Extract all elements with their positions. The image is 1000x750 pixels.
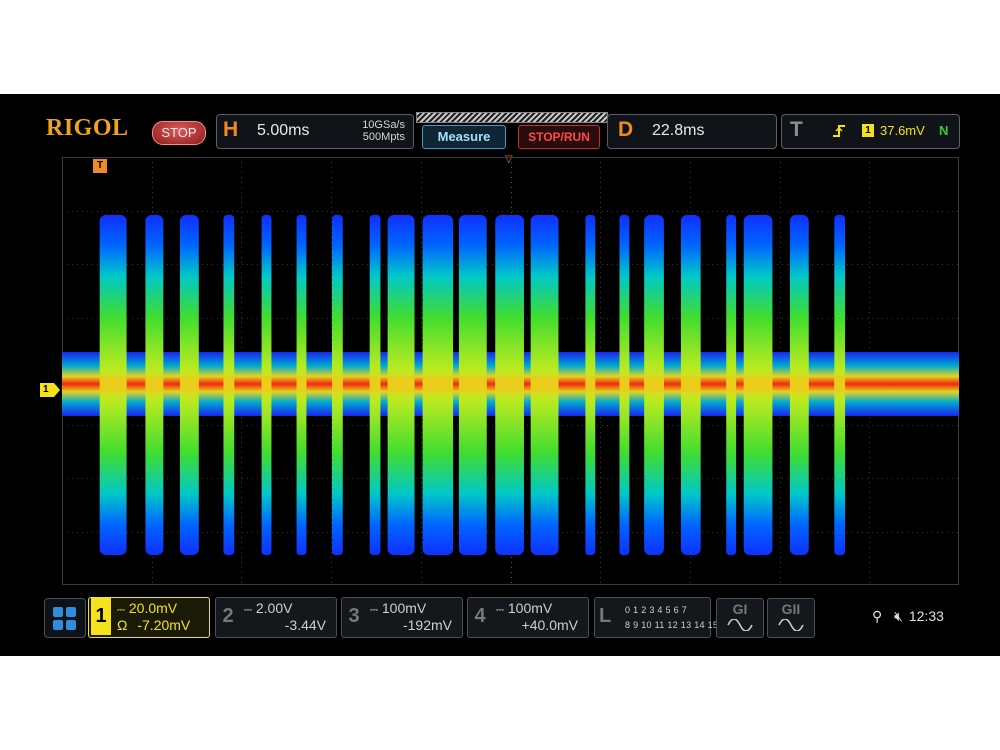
waveform-grid[interactable] (62, 157, 959, 585)
burst-core (789, 376, 809, 392)
dc-coupling-icon: ⎓ (496, 605, 504, 616)
usb-icon: ⚲ (872, 608, 883, 624)
logic-label: L (599, 605, 612, 627)
trigger-level: 37.6mV (880, 123, 925, 138)
sine-wave-icon (727, 619, 753, 631)
burst-core (422, 376, 454, 392)
dc-coupling-icon: ⎓ (117, 605, 125, 616)
generator1-button[interactable]: GI (716, 598, 764, 638)
generator2-label: GII (781, 601, 801, 617)
measure-button[interactable]: Measure (422, 125, 506, 149)
dc-coupling-icon: ⎓ (370, 605, 378, 616)
burst-core (223, 376, 235, 392)
timebase-value: 5.00ms (257, 122, 310, 139)
delay-label: D (618, 118, 634, 141)
burst-core (743, 376, 773, 392)
channel2-offset: -3.44V (284, 617, 326, 633)
horizontal-label: H (223, 118, 239, 141)
burst-core (495, 376, 524, 392)
channel1-offset: Ω -7.20mV (117, 617, 191, 633)
sine-wave-icon (778, 619, 804, 631)
trigger-label: T (790, 118, 803, 141)
burst-core (530, 376, 559, 392)
burst-core (261, 376, 272, 392)
brand-logo: RIGOL (46, 115, 129, 141)
burst-core (145, 376, 164, 392)
trigger-mode: N (939, 123, 949, 138)
channel1-number: 1 (91, 598, 111, 635)
burst-core (680, 376, 701, 392)
oscilloscope-screen: RIGOL STOP H 5.00ms 10GSa/s 500Mpts Meas… (0, 94, 1000, 656)
burst-core (585, 376, 596, 392)
dc-coupling-icon: ⎓ (244, 605, 252, 616)
waveform-display (62, 157, 959, 585)
trigger-edge-icon (833, 125, 845, 137)
channel2-number: 2 (222, 605, 234, 627)
channel4-number: 4 (474, 605, 486, 627)
trigger-panel[interactable]: T 1 37.6mV N (781, 114, 960, 149)
burst-core (387, 376, 415, 392)
status-area: ⚲ 🔇︎ 12:33 (872, 608, 944, 625)
burst-core (331, 376, 343, 392)
burst-core (619, 376, 630, 392)
delay-panel[interactable]: D 22.8ms (607, 114, 777, 149)
channel4-panel[interactable]: 4 ⎓ 100mV +40.0mV (467, 597, 589, 638)
channel3-panel[interactable]: 3 ⎓ 100mV -192mV (341, 597, 463, 638)
channel3-offset: -192mV (402, 617, 452, 633)
clock-time: 12:33 (908, 608, 944, 624)
channel4-offset: +40.0mV (521, 617, 578, 633)
memory-depth: 500Mpts (362, 131, 405, 143)
channel1-offset-marker[interactable]: 1 (40, 383, 60, 397)
channel3-scale: ⎓ 100mV (370, 600, 427, 616)
burst-core (369, 376, 381, 392)
channel3-number: 3 (348, 605, 360, 627)
trigger-status-area: Measure STOP/RUN (414, 110, 608, 152)
logic-channels-row2: 8 9 10 11 12 13 14 15 (625, 620, 719, 630)
burst-core (296, 376, 307, 392)
grid-menu-icon[interactable] (44, 598, 86, 638)
delay-value: 22.8ms (652, 122, 705, 139)
sample-rate: 10GSa/s (362, 119, 405, 131)
horizontal-panel[interactable]: H 5.00ms 10GSa/s 500Mpts (216, 114, 414, 149)
channel1-panel[interactable]: 1 ⎓ 20.0mV Ω -7.20mV (88, 597, 210, 638)
generator2-button[interactable]: GII (767, 598, 815, 638)
stop-run-button[interactable]: STOP/RUN (518, 125, 600, 149)
burst-core (834, 376, 846, 392)
burst-core (726, 376, 737, 392)
run-state-badge[interactable]: STOP (152, 121, 206, 145)
trigger-source-badge: 1 (862, 124, 874, 137)
burst-core (644, 376, 664, 392)
channel2-scale: ⎓ 2.00V (244, 600, 293, 616)
generator1-label: GI (732, 601, 748, 617)
channel4-scale: ⎓ 100mV (496, 600, 553, 616)
burst-core (179, 376, 199, 392)
burst-core (99, 376, 127, 392)
logic-analyzer-panel[interactable]: L 0 1 2 3 4 5 6 7 8 9 10 11 12 13 14 15 (594, 597, 718, 638)
impedance-symbol: Ω (117, 617, 128, 633)
memory-position-bar[interactable] (416, 112, 608, 123)
speaker-mute-icon[interactable]: 🔇︎ (894, 608, 903, 624)
logic-channels-row1: 0 1 2 3 4 5 6 7 (625, 605, 688, 615)
channel1-scale: ⎓ 20.0mV (117, 600, 178, 616)
channel2-panel[interactable]: 2 ⎓ 2.00V -3.44V (215, 597, 337, 638)
burst-core (458, 376, 487, 392)
